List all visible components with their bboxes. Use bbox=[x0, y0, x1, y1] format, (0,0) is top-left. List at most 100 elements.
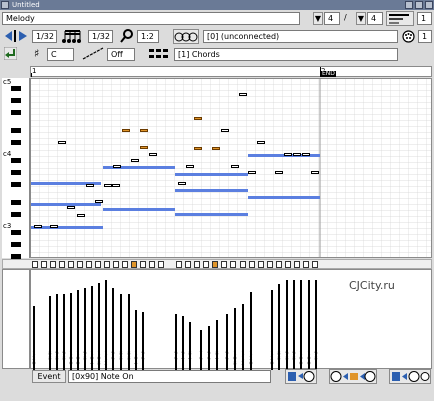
zoom-input[interactable]: 1:2 bbox=[137, 30, 159, 43]
event-marker[interactable] bbox=[32, 261, 38, 268]
note-event[interactable] bbox=[178, 182, 186, 185]
note-event[interactable] bbox=[302, 153, 310, 156]
note-event[interactable] bbox=[293, 153, 301, 156]
note-event[interactable] bbox=[131, 159, 139, 162]
chord-set-select[interactable]: [1] Chords bbox=[174, 48, 398, 61]
piano-black-key[interactable] bbox=[11, 110, 21, 115]
end-marker[interactable]: END bbox=[321, 71, 336, 77]
event-marker[interactable] bbox=[158, 261, 164, 268]
event-marker[interactable] bbox=[176, 261, 182, 268]
track-count[interactable]: 1 bbox=[417, 12, 432, 25]
event-marker[interactable] bbox=[249, 261, 255, 268]
note-event[interactable] bbox=[239, 93, 247, 96]
key-input[interactable]: C bbox=[47, 48, 74, 61]
midi-connector-icon[interactable] bbox=[402, 30, 415, 43]
piano-black-key[interactable] bbox=[11, 242, 21, 247]
event-marker[interactable] bbox=[267, 261, 273, 268]
note-bar[interactable] bbox=[248, 196, 320, 199]
note-event[interactable] bbox=[104, 184, 112, 187]
event-type-select[interactable]: [0x90] Note On bbox=[68, 370, 271, 383]
legato-icon[interactable] bbox=[82, 47, 104, 60]
note-event[interactable] bbox=[50, 225, 58, 228]
note-event[interactable] bbox=[58, 141, 66, 144]
note-event[interactable] bbox=[113, 165, 121, 168]
close-icon[interactable] bbox=[425, 1, 433, 9]
note-event[interactable] bbox=[86, 184, 94, 187]
note-event[interactable] bbox=[95, 200, 103, 203]
note-event-selected[interactable] bbox=[140, 129, 148, 132]
chords-icon[interactable] bbox=[148, 47, 170, 60]
event-strip[interactable] bbox=[2, 259, 432, 269]
note-event-selected[interactable] bbox=[140, 146, 148, 149]
note-event[interactable] bbox=[275, 171, 283, 174]
note-event[interactable] bbox=[67, 206, 75, 209]
event-marker[interactable] bbox=[140, 261, 146, 268]
event-marker[interactable] bbox=[50, 261, 56, 268]
time-den-down-button[interactable]: ▼ bbox=[356, 12, 366, 25]
note-event[interactable] bbox=[284, 153, 292, 156]
event-marker[interactable] bbox=[285, 261, 291, 268]
event-marker[interactable] bbox=[303, 261, 309, 268]
event-marker[interactable] bbox=[312, 261, 318, 268]
piano-black-key[interactable] bbox=[11, 182, 21, 187]
event-marker[interactable] bbox=[294, 261, 300, 268]
event-marker[interactable] bbox=[131, 261, 137, 268]
event-marker[interactable] bbox=[221, 261, 227, 268]
piano-keyboard[interactable]: c5 c4 c3 bbox=[2, 78, 30, 289]
note-event[interactable] bbox=[257, 141, 265, 144]
velocity-bar[interactable] bbox=[200, 330, 202, 370]
event-marker[interactable] bbox=[149, 261, 155, 268]
note-event[interactable] bbox=[248, 171, 256, 174]
note-event[interactable] bbox=[231, 165, 239, 168]
note-event[interactable] bbox=[34, 225, 42, 228]
time-signature-denominator[interactable]: 4 bbox=[367, 12, 383, 25]
title-bar[interactable]: Untitled bbox=[0, 0, 434, 10]
note-bar[interactable] bbox=[175, 213, 248, 216]
piano-black-key[interactable] bbox=[11, 158, 21, 163]
note-bar[interactable] bbox=[175, 173, 248, 176]
piano-black-key[interactable] bbox=[11, 140, 21, 145]
note-event-selected[interactable] bbox=[122, 129, 130, 132]
insert-event-button[interactable] bbox=[285, 369, 317, 384]
note-bar[interactable] bbox=[175, 189, 248, 192]
event-marker[interactable] bbox=[194, 261, 200, 268]
note-event[interactable] bbox=[186, 165, 194, 168]
track-list-button[interactable] bbox=[386, 11, 414, 26]
note-length-input[interactable]: 1/32 bbox=[88, 30, 113, 43]
velocity-bar[interactable] bbox=[216, 320, 218, 370]
piano-black-key[interactable] bbox=[11, 128, 21, 133]
midi-port-button[interactable] bbox=[173, 29, 199, 44]
note-event[interactable] bbox=[112, 184, 120, 187]
event-marker[interactable] bbox=[68, 261, 74, 268]
quantize-input[interactable]: 1/32 bbox=[32, 30, 57, 43]
event-marker[interactable] bbox=[185, 261, 191, 268]
snap-arrows-button[interactable] bbox=[4, 29, 28, 43]
event-marker[interactable] bbox=[113, 261, 119, 268]
timeline-ruler[interactable]: 1 2 END bbox=[30, 66, 432, 77]
piano-black-key[interactable] bbox=[11, 200, 21, 205]
event-marker[interactable] bbox=[212, 261, 218, 268]
event-marker[interactable] bbox=[59, 261, 65, 268]
minimize-icon[interactable] bbox=[405, 1, 413, 9]
event-marker[interactable] bbox=[240, 261, 246, 268]
note-event[interactable] bbox=[77, 214, 85, 217]
transform-event-button[interactable] bbox=[329, 369, 377, 384]
velocity-bar[interactable] bbox=[189, 322, 191, 370]
piano-black-key[interactable] bbox=[11, 86, 21, 91]
note-bar[interactable] bbox=[103, 208, 175, 211]
event-marker[interactable] bbox=[104, 261, 110, 268]
maximize-icon[interactable] bbox=[415, 1, 423, 9]
note-bar[interactable] bbox=[31, 203, 101, 206]
piano-black-key[interactable] bbox=[11, 212, 21, 217]
piano-black-key[interactable] bbox=[11, 230, 21, 235]
event-marker[interactable] bbox=[41, 261, 47, 268]
piano-black-key[interactable] bbox=[11, 98, 21, 103]
note-event-selected[interactable] bbox=[194, 147, 202, 150]
track-name-input[interactable]: Melody bbox=[2, 12, 300, 25]
key-signature-icon[interactable]: ♯ bbox=[34, 47, 45, 60]
piano-black-key[interactable] bbox=[11, 170, 21, 175]
event-marker[interactable] bbox=[203, 261, 209, 268]
time-num-down-button[interactable]: ▼ bbox=[313, 12, 323, 25]
legato-input[interactable]: Off bbox=[107, 48, 135, 61]
note-event[interactable] bbox=[149, 153, 157, 156]
